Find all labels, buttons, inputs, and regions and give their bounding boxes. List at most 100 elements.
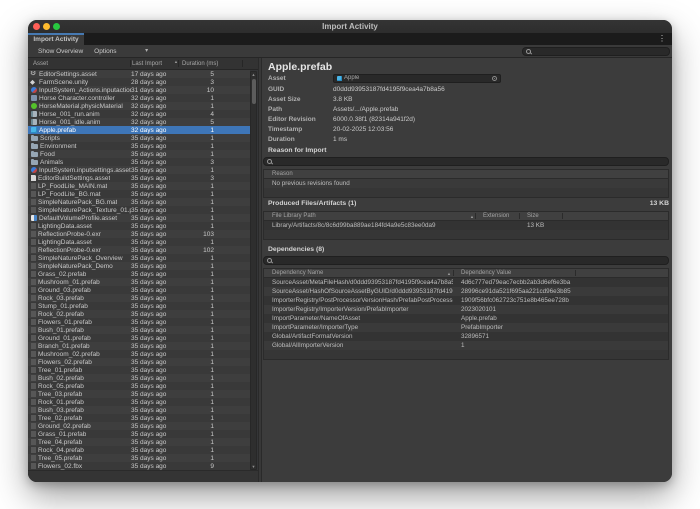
last-import-value: 35 days ago bbox=[131, 175, 178, 182]
reason-search-input[interactable] bbox=[273, 158, 665, 166]
asset-list-header: Asset Last Import ▲ Duration (ms) bbox=[28, 58, 258, 70]
asset-row[interactable]: Stump_01.prefab35 days ago1 bbox=[28, 302, 250, 310]
asset-row[interactable]: EditorSettings.asset17 days ago5 bbox=[28, 70, 250, 78]
dependency-row[interactable]: Global/AllImporterVersion1 bbox=[264, 341, 668, 350]
asset-row[interactable]: Mushroom_02.prefab35 days ago1 bbox=[28, 350, 250, 358]
asset-object-field[interactable]: Apple bbox=[333, 74, 501, 83]
dependency-row[interactable]: SourceAsset/HashOfSourceAssetByGUID/d0dd… bbox=[264, 287, 668, 296]
scroll-down-icon[interactable]: ▼ bbox=[251, 464, 256, 469]
duration-value: 1 bbox=[178, 319, 216, 326]
asset-row[interactable]: SimpleNaturePack_BG.mat35 days ago1 bbox=[28, 198, 250, 206]
asset-row[interactable]: FarmScene.unity28 days ago3 bbox=[28, 78, 250, 86]
asset-row[interactable]: Rock_01.prefab35 days ago1 bbox=[28, 398, 250, 406]
asset-row[interactable]: ReflectionProbe-0.exr35 days ago103 bbox=[28, 230, 250, 238]
scroll-up-icon[interactable]: ▲ bbox=[251, 72, 256, 77]
column-header-dependency-value[interactable]: Dependency Value bbox=[461, 269, 511, 278]
asset-row[interactable]: Flowers_02.fbx35 days ago9 bbox=[28, 462, 250, 470]
asset-row[interactable]: Ground_01.prefab35 days ago1 bbox=[28, 334, 250, 342]
dim-icon bbox=[31, 303, 36, 309]
duration-value: 1 bbox=[178, 95, 216, 102]
asset-row[interactable]: Ground_02.prefab35 days ago1 bbox=[28, 422, 250, 430]
column-header-asset[interactable]: Asset bbox=[33, 58, 48, 70]
asset-row[interactable]: Bush_03.prefab35 days ago1 bbox=[28, 406, 250, 414]
column-header-size[interactable]: Size bbox=[527, 212, 539, 221]
asset-row[interactable]: Horse_001_idle.anim32 days ago5 bbox=[28, 118, 250, 126]
dependencies-search-field[interactable] bbox=[263, 256, 669, 265]
asset-row[interactable]: SimpleNaturePack_Overview35 days ago1 bbox=[28, 254, 250, 262]
last-import-value: 32 days ago bbox=[131, 119, 178, 126]
asset-row[interactable]: InputSystem.inputsettings.asset35 days a… bbox=[28, 166, 250, 174]
asset-row[interactable]: HorseMaterial.physicMaterial32 days ago1 bbox=[28, 102, 250, 110]
asset-row[interactable]: Horse_001_run.anim32 days ago4 bbox=[28, 110, 250, 118]
column-header-duration[interactable]: Duration (ms) bbox=[182, 58, 218, 70]
dim-icon bbox=[31, 199, 36, 205]
asset-row[interactable]: Ground_03.prefab35 days ago1 bbox=[28, 286, 250, 294]
asset-row[interactable]: LP_FoodLite_MAIN.mat35 days ago1 bbox=[28, 182, 250, 190]
column-header-dependency-name[interactable]: Dependency Name bbox=[272, 269, 323, 278]
show-overview-button[interactable]: Show Overview bbox=[28, 45, 89, 58]
object-picker-icon[interactable] bbox=[492, 76, 497, 81]
asset-row[interactable]: Tree_03.prefab35 days ago1 bbox=[28, 390, 250, 398]
asset-row[interactable]: Apple.prefab32 days ago1 bbox=[28, 126, 250, 134]
asset-row[interactable]: SimpleNaturePack_Texture_01.png35 days a… bbox=[28, 206, 250, 214]
asset-row[interactable]: Branch_01.prefab35 days ago1 bbox=[28, 342, 250, 350]
dependencies-search-input[interactable] bbox=[273, 257, 665, 265]
dim-icon bbox=[31, 207, 36, 213]
asset-row[interactable]: Tree_05.prefab35 days ago1 bbox=[28, 454, 250, 462]
artifact-path: Library/Artifacts/8c/8c6d99ba889ae184fd4… bbox=[264, 222, 475, 229]
dependency-row[interactable]: Global/ArtifactFormatVersion32896571 bbox=[264, 332, 668, 341]
produced-row[interactable]: Library/Artifacts/8c/8c6d99ba889ae184fd4… bbox=[264, 221, 668, 230]
dim-icon bbox=[31, 263, 36, 269]
asset-row[interactable]: Tree_04.prefab35 days ago1 bbox=[28, 438, 250, 446]
asset-row[interactable]: Bush_02.prefab35 days ago1 bbox=[28, 374, 250, 382]
asset-row[interactable]: Grass_02.prefab35 days ago1 bbox=[28, 270, 250, 278]
artifact-size: 13 KB bbox=[519, 222, 668, 229]
asset-row[interactable]: Rock_02.prefab35 days ago1 bbox=[28, 310, 250, 318]
dependency-row[interactable]: SourceAsset/MetaFileHash/d0ddd93953187fd… bbox=[264, 278, 668, 287]
asset-row[interactable]: Rock_03.prefab35 days ago1 bbox=[28, 294, 250, 302]
asset-row[interactable]: Animals35 days ago3 bbox=[28, 158, 250, 166]
asset-row[interactable]: Bush_01.prefab35 days ago1 bbox=[28, 326, 250, 334]
asset-row[interactable]: ReflectionProbe-0.exr35 days ago102 bbox=[28, 246, 250, 254]
asset-name: SimpleNaturePack_Overview bbox=[38, 255, 123, 262]
asset-row[interactable]: InputSystem_Actions.inputactions31 days … bbox=[28, 86, 250, 94]
detail-search-input[interactable] bbox=[532, 48, 666, 56]
tab-import-activity[interactable]: Import Activity bbox=[28, 33, 84, 45]
section-produced-files: 13 KB Produced Files/Artifacts (1) bbox=[268, 199, 669, 209]
asset-row[interactable]: Flowers_01.prefab35 days ago1 bbox=[28, 318, 250, 326]
input-icon bbox=[31, 87, 37, 93]
asset-row[interactable]: SimpleNaturePack_Demo35 days ago1 bbox=[28, 262, 250, 270]
dependency-row[interactable]: ImporterRegistry/PostProcessorVersionHas… bbox=[264, 296, 668, 305]
asset-row[interactable]: Grass_01.prefab35 days ago1 bbox=[28, 430, 250, 438]
options-dropdown[interactable]: Options ▾ bbox=[89, 45, 153, 58]
asset-row[interactable]: Environment35 days ago1 bbox=[28, 142, 250, 150]
asset-row[interactable]: LP_FoodLite_BG.mat35 days ago1 bbox=[28, 190, 250, 198]
dependency-row[interactable]: ImportParameter/NameOfAssetApple.prefab bbox=[264, 314, 668, 323]
detail-search-field[interactable] bbox=[522, 47, 670, 56]
asset-row[interactable]: Scripts35 days ago1 bbox=[28, 134, 250, 142]
dependency-row[interactable]: ImportParameter/ImporterTypePrefabImport… bbox=[264, 323, 668, 332]
asset-row[interactable]: LightingData.asset35 days ago1 bbox=[28, 222, 250, 230]
asset-row[interactable]: EditorBuildSettings.asset35 days ago3 bbox=[28, 174, 250, 182]
asset-row[interactable]: Flowers_02.prefab35 days ago1 bbox=[28, 358, 250, 366]
list-scrollbar[interactable]: ▲ ▼ bbox=[250, 71, 257, 470]
asset-row[interactable]: LightingData.asset35 days ago1 bbox=[28, 238, 250, 246]
asset-row[interactable]: Rock_04.prefab35 days ago1 bbox=[28, 446, 250, 454]
asset-row[interactable]: Horse Character.controller32 days ago1 bbox=[28, 94, 250, 102]
asset-row[interactable]: Tree_01.prefab35 days ago1 bbox=[28, 366, 250, 374]
asset-row[interactable]: Mushroom_01.prefab35 days ago1 bbox=[28, 278, 250, 286]
asset-row[interactable]: DefaultVolumeProfile.asset35 days ago1 bbox=[28, 214, 250, 222]
column-header-extension[interactable]: Extension bbox=[483, 212, 509, 221]
asset-row[interactable]: Food35 days ago1 bbox=[28, 150, 250, 158]
dependency-row[interactable]: ImporterRegistry/ImporterVersion/PrefabI… bbox=[264, 305, 668, 314]
reason-search-field[interactable] bbox=[263, 157, 669, 166]
kebab-menu-icon[interactable]: ⋮ bbox=[658, 33, 666, 45]
reason-row[interactable]: No previous revisions found bbox=[264, 179, 668, 188]
column-header-reason[interactable]: Reason bbox=[272, 170, 293, 179]
dependency-value: PrefabImporter bbox=[453, 324, 668, 331]
column-header-file-library-path[interactable]: File Library Path bbox=[272, 212, 316, 221]
asset-row[interactable]: Rock_05.prefab35 days ago1 bbox=[28, 382, 250, 390]
scrollbar-thumb[interactable] bbox=[252, 79, 256, 104]
column-header-last-import[interactable]: Last Import bbox=[132, 58, 162, 70]
asset-row[interactable]: Tree_02.prefab35 days ago1 bbox=[28, 414, 250, 422]
